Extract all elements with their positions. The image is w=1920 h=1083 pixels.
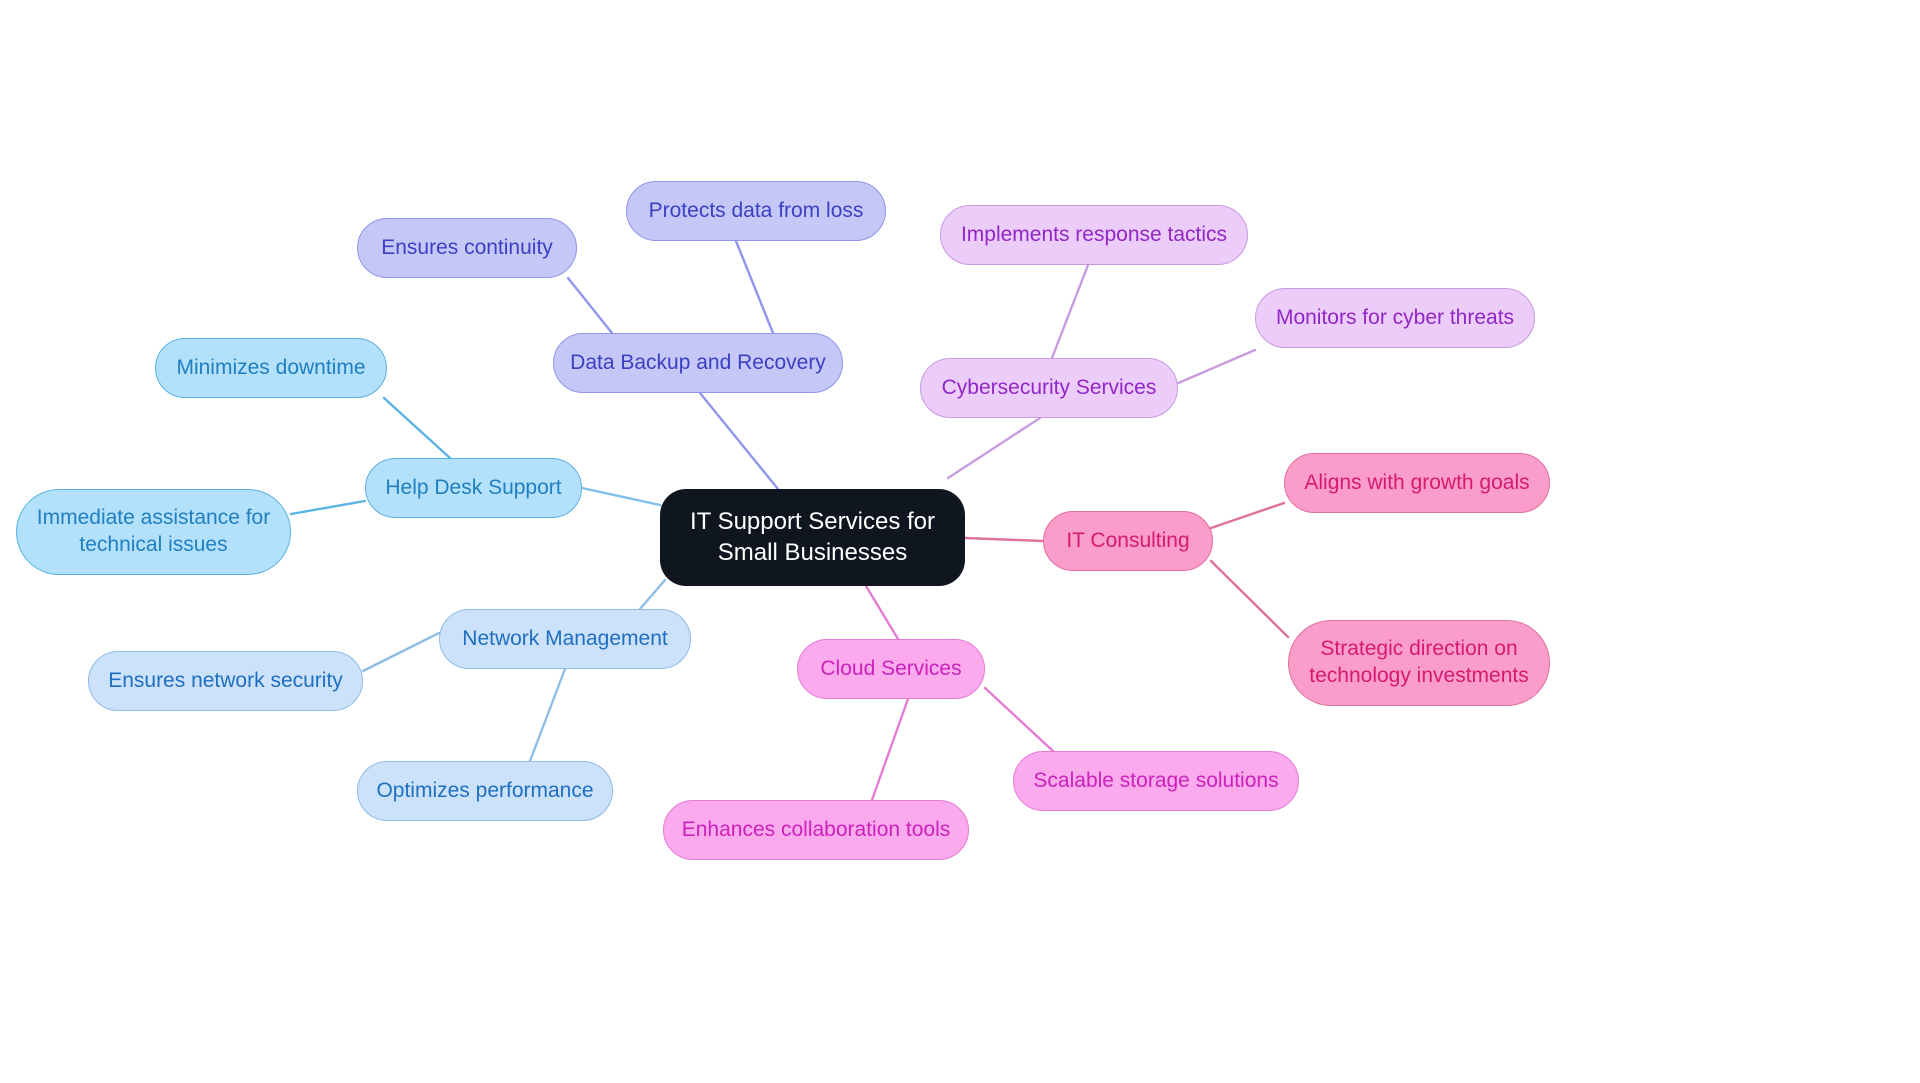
mindmap-node-strategic-direction[interactable]: Strategic direction on technology invest… xyxy=(1288,620,1550,706)
mindmap-edge xyxy=(566,276,614,335)
mindmap-edge xyxy=(1050,263,1090,360)
mindmap-edge xyxy=(946,416,1042,480)
mindmap-edge xyxy=(1209,559,1290,639)
mindmap-node-help-desk-support[interactable]: Help Desk Support xyxy=(365,458,582,518)
mindmap-edge xyxy=(870,697,910,802)
mindmap-edge xyxy=(864,584,900,641)
mindmap-edge xyxy=(289,499,367,516)
mindmap-node-immediate-assistance[interactable]: Immediate assistance for technical issue… xyxy=(16,489,291,575)
mindmap-node-data-backup-and-recovery[interactable]: Data Backup and Recovery xyxy=(553,333,843,393)
mindmap-edge xyxy=(1174,348,1257,386)
mindmap-node-ensures-network-security[interactable]: Ensures network security xyxy=(88,651,363,711)
mindmap-edge xyxy=(638,578,667,611)
mindmap-node-cloud-services[interactable]: Cloud Services xyxy=(797,639,985,699)
mindmap-node-aligns-with-growth-goals[interactable]: Aligns with growth goals xyxy=(1284,453,1550,513)
mindmap-edge xyxy=(983,686,1055,753)
mindmap-edge xyxy=(734,239,775,335)
mindmap-edge xyxy=(963,536,1045,543)
mindmap-node-it-consulting[interactable]: IT Consulting xyxy=(1043,511,1213,571)
mindmap-edge xyxy=(580,486,662,507)
mindmap-node-protects-data-from-loss[interactable]: Protects data from loss xyxy=(626,181,886,241)
mindmap-edge xyxy=(1209,501,1286,530)
mindmap-edge xyxy=(361,631,441,673)
mindmap-node-monitors-for-cyber-threats[interactable]: Monitors for cyber threats xyxy=(1255,288,1535,348)
mindmap-edge xyxy=(698,391,780,491)
mindmap-node-cybersecurity-services[interactable]: Cybersecurity Services xyxy=(920,358,1178,418)
mindmap-node-enhances-collaboration-tools[interactable]: Enhances collaboration tools xyxy=(663,800,969,860)
mindmap-node-root[interactable]: IT Support Services for Small Businesses xyxy=(660,489,965,586)
mindmap-edge xyxy=(528,667,567,763)
mindmap-node-implements-response-tactics[interactable]: Implements response tactics xyxy=(940,205,1248,265)
mindmap-node-optimizes-performance[interactable]: Optimizes performance xyxy=(357,761,613,821)
mindmap-node-network-management[interactable]: Network Management xyxy=(439,609,691,669)
mindmap-node-minimizes-downtime[interactable]: Minimizes downtime xyxy=(155,338,387,398)
mindmap-node-ensures-continuity[interactable]: Ensures continuity xyxy=(357,218,577,278)
mindmap-canvas: IT Support Services for Small Businesses… xyxy=(0,0,1920,1083)
mindmap-edge xyxy=(382,396,452,460)
mindmap-node-scalable-storage-solutions[interactable]: Scalable storage solutions xyxy=(1013,751,1299,811)
